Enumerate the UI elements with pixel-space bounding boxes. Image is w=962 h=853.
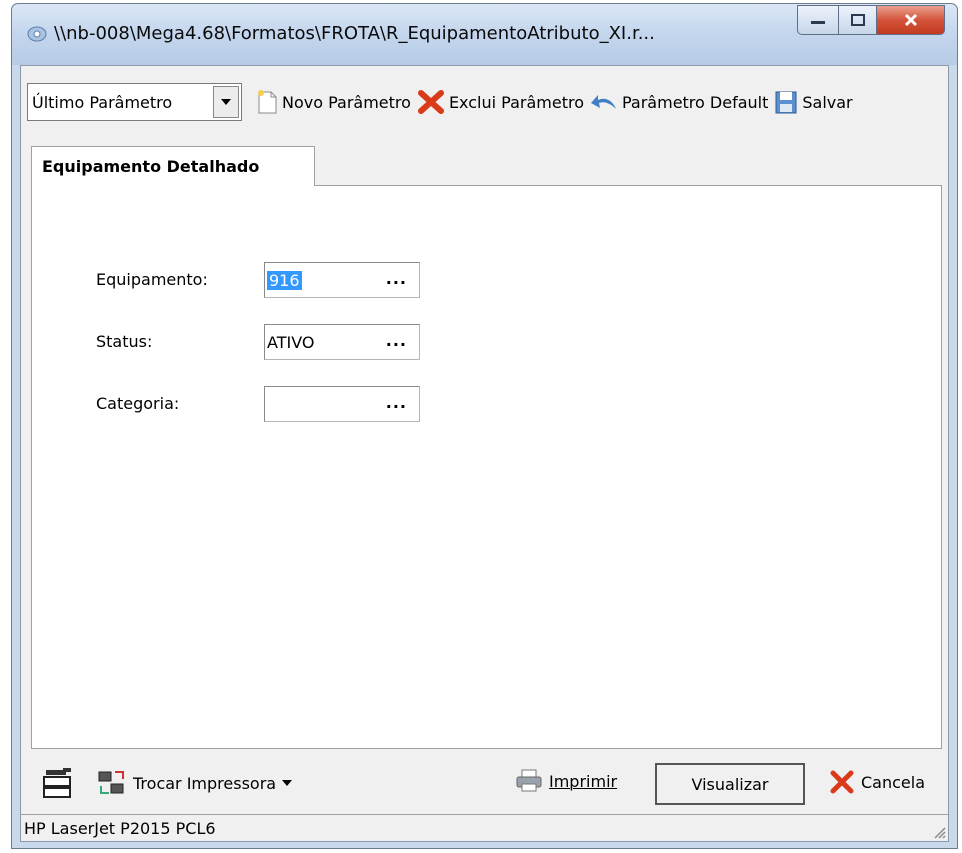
categoria-label: Categoria:	[96, 394, 180, 413]
new-document-icon	[258, 90, 277, 114]
minimize-button[interactable]	[797, 5, 839, 35]
resize-grip-icon[interactable]	[932, 825, 946, 839]
cancela-button[interactable]: Cancela	[829, 769, 925, 795]
visualizar-label: Visualizar	[691, 774, 769, 794]
status-value: ATIVO	[267, 332, 315, 352]
visualizar-button[interactable]: Visualizar	[655, 763, 805, 805]
equipamento-field[interactable]: 916 ...	[264, 262, 420, 298]
printer-setup-icon	[43, 768, 71, 798]
printer-icon	[516, 769, 542, 792]
delete-icon	[417, 90, 444, 114]
tab-control: Equipamento Detalhado Equipamento: 916 .…	[31, 146, 942, 749]
imprimir-button[interactable]: Imprimir	[515, 769, 617, 793]
window-controls	[797, 5, 945, 37]
window-title: \\nb-008\Mega4.68\Formatos\FROTA\R_Equip…	[54, 23, 655, 44]
tab-equipamento-detalhado[interactable]: Equipamento Detalhado	[31, 146, 315, 186]
equipamento-lookup-button[interactable]: ...	[386, 269, 407, 288]
printer-setup-button[interactable]	[43, 767, 73, 799]
combo-dropdown-button[interactable]	[213, 86, 239, 118]
swap-printers-icon	[98, 771, 124, 794]
title-bar[interactable]: \\nb-008\Mega4.68\Formatos\FROTA\R_Equip…	[12, 4, 957, 65]
client-area: Último Parâmetro Novo Parâmetro Exclui P…	[20, 65, 949, 842]
equipamento-label: Equipamento:	[96, 270, 208, 289]
status-field[interactable]: ATIVO ...	[264, 324, 420, 360]
minimize-icon	[811, 21, 825, 24]
status-bar: HP LaserJet P2015 PCL6	[21, 814, 948, 841]
categoria-lookup-button[interactable]: ...	[386, 393, 407, 412]
parameter-combo-value: Último Parâmetro	[32, 92, 173, 112]
tab-label: Equipamento Detalhado	[42, 157, 260, 176]
bottom-bar: Trocar Impressora Imprimir Visualizar Ca…	[21, 753, 948, 815]
chevron-down-icon	[282, 780, 293, 786]
novo-parametro-button[interactable]: Novo Parâmetro	[256, 82, 411, 122]
trocar-impressora-button[interactable]: Trocar Impressora	[97, 768, 293, 798]
salvar-label: Salvar	[802, 92, 853, 112]
equipamento-value: 916	[267, 270, 302, 290]
undo-arrow-icon	[590, 95, 616, 109]
cancel-icon	[830, 770, 854, 794]
save-disk-icon	[775, 91, 797, 114]
cancela-label: Cancela	[861, 772, 926, 792]
parametro-default-button[interactable]: Parâmetro Default	[590, 82, 768, 122]
status-lookup-button[interactable]: ...	[386, 331, 407, 350]
maximize-button[interactable]	[839, 5, 877, 35]
status-label: Status:	[96, 332, 153, 351]
novo-parametro-label: Novo Parâmetro	[282, 92, 411, 112]
report-parameters-window: \\nb-008\Mega4.68\Formatos\FROTA\R_Equip…	[11, 3, 958, 849]
parameter-combo[interactable]: Último Parâmetro	[27, 83, 242, 121]
exclui-parametro-label: Exclui Parâmetro	[448, 92, 584, 112]
app-icon	[27, 26, 47, 42]
exclui-parametro-button[interactable]: Exclui Parâmetro	[417, 82, 584, 122]
imprimir-label: Imprimir	[549, 771, 618, 791]
trocar-impressora-label: Trocar Impressora	[133, 773, 277, 793]
salvar-button[interactable]: Salvar	[774, 82, 853, 122]
close-icon	[904, 13, 917, 27]
close-button[interactable]	[877, 5, 945, 35]
printer-name: HP LaserJet P2015 PCL6	[24, 818, 216, 838]
parametro-default-label: Parâmetro Default	[621, 92, 769, 112]
maximize-icon	[850, 14, 865, 26]
categoria-field[interactable]: ...	[264, 386, 420, 422]
tab-panel: Equipamento: 916 ... Status: ATIVO ... C…	[31, 185, 942, 749]
toolbar: Último Parâmetro Novo Parâmetro Exclui P…	[21, 66, 948, 138]
chevron-down-icon	[221, 99, 231, 105]
